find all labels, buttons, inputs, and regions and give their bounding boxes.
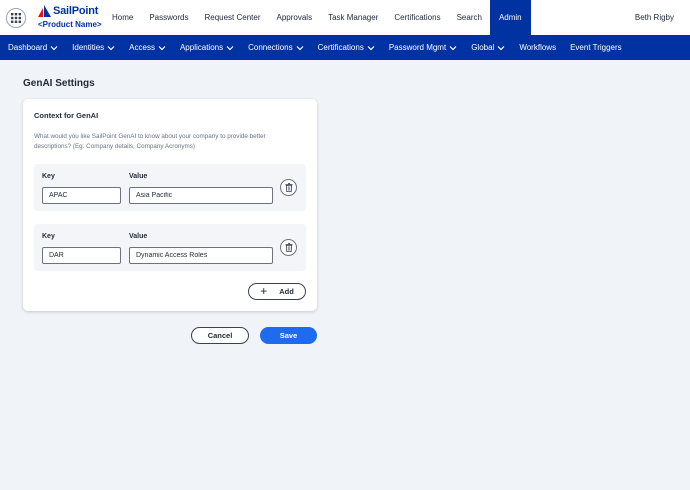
top-nav: Home Passwords Request Center Approvals …: [104, 0, 531, 35]
subnav-label: Connections: [248, 43, 293, 52]
context-row: Key Value: [34, 164, 306, 211]
genai-context-card: Context for GenAI What would you like Sa…: [23, 99, 317, 311]
context-row: Key Value: [34, 224, 306, 271]
logo-text: SailPoint: [53, 5, 99, 17]
card-title: Context for GenAI: [34, 111, 99, 120]
subnav-password-mgmt[interactable]: Password Mgmt: [389, 43, 457, 52]
sailpoint-logo[interactable]: SailPoint <Product Name>: [38, 4, 102, 30]
top-nav-passwords[interactable]: Passwords: [141, 0, 196, 35]
delete-row-button[interactable]: [280, 239, 297, 256]
card-description: What would you like SailPoint GenAI to k…: [34, 133, 266, 150]
add-row-button[interactable]: + Add: [248, 283, 306, 300]
app-launcher-button[interactable]: [6, 8, 26, 28]
subnav-applications[interactable]: Applications: [180, 43, 234, 52]
subnav-label: Password Mgmt: [388, 43, 447, 52]
subnav-identities[interactable]: Identities: [72, 43, 115, 52]
subnav-label: Dashboard: [8, 43, 48, 52]
top-nav-home[interactable]: Home: [104, 0, 141, 35]
chevron-down-icon: [50, 45, 58, 50]
user-menu[interactable]: Beth Rigby: [635, 0, 674, 35]
subnav-certifications[interactable]: Certifications: [318, 43, 375, 52]
subnav-connections[interactable]: Connections: [248, 43, 304, 52]
subnav-label: Event Triggers: [570, 43, 622, 52]
subnav-label: Certifications: [317, 43, 364, 52]
sailpoint-mark-icon: [38, 5, 51, 17]
subnav-label: Workflows: [519, 43, 557, 52]
key-label: Key: [42, 233, 55, 240]
key-label: Key: [42, 173, 55, 180]
top-nav-admin[interactable]: Admin: [489, 0, 531, 35]
value-input[interactable]: [129, 247, 273, 264]
chevron-down-icon: [226, 45, 234, 50]
value-input[interactable]: [129, 187, 273, 204]
grid-icon: [11, 13, 21, 23]
delete-row-button[interactable]: [280, 179, 297, 196]
chevron-down-icon: [497, 45, 505, 50]
subnav-dashboard[interactable]: Dashboard: [8, 43, 58, 52]
subnav-label: Applications: [179, 43, 224, 52]
top-nav-request-center[interactable]: Request Center: [196, 0, 268, 35]
save-button[interactable]: Save: [260, 327, 317, 344]
subnav-label: Global: [471, 43, 495, 52]
admin-subnav: Dashboard Identities Access Applications…: [0, 35, 690, 60]
product-name: <Product Name>: [38, 20, 102, 29]
plus-icon: +: [260, 284, 268, 298]
page-title: GenAI Settings: [23, 78, 95, 89]
top-nav-certifications[interactable]: Certifications: [386, 0, 448, 35]
value-label: Value: [129, 233, 148, 240]
subnav-label: Identities: [72, 43, 105, 52]
value-label: Value: [129, 173, 148, 180]
top-header: SailPoint <Product Name> Home Passwords …: [0, 0, 690, 35]
chevron-down-icon: [367, 45, 375, 50]
key-input[interactable]: [42, 247, 121, 264]
cancel-button[interactable]: Cancel: [191, 327, 249, 344]
top-nav-approvals[interactable]: Approvals: [269, 0, 321, 35]
subnav-access[interactable]: Access: [129, 43, 166, 52]
trash-icon: [285, 243, 292, 252]
chevron-down-icon: [449, 45, 457, 50]
subnav-label: Access: [129, 43, 155, 52]
key-input[interactable]: [42, 187, 121, 204]
subnav-workflows[interactable]: Workflows: [519, 43, 556, 52]
subnav-global[interactable]: Global: [471, 43, 505, 52]
trash-icon: [285, 183, 292, 192]
top-nav-search[interactable]: Search: [449, 0, 490, 35]
add-button-label: Add: [279, 287, 294, 296]
subnav-event-triggers[interactable]: Event Triggers: [570, 43, 622, 52]
top-nav-task-manager[interactable]: Task Manager: [320, 0, 386, 35]
chevron-down-icon: [107, 45, 115, 50]
chevron-down-icon: [158, 45, 166, 50]
chevron-down-icon: [296, 45, 304, 50]
